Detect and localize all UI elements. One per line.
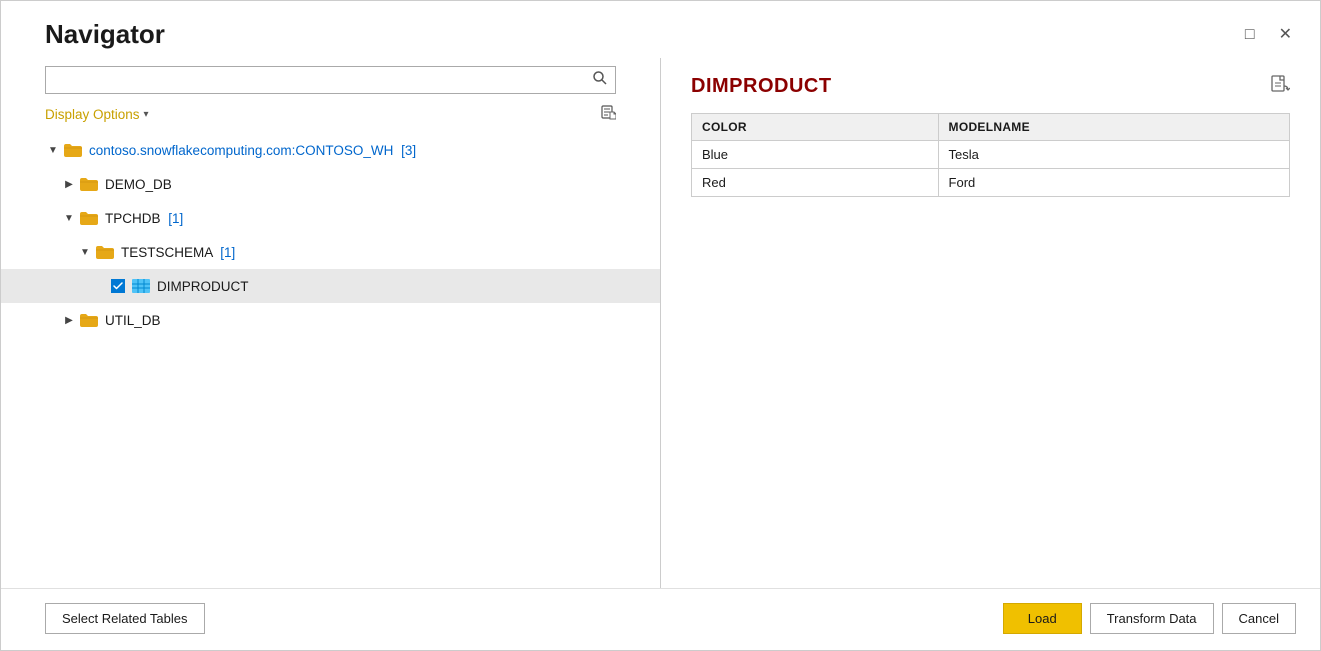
left-panel: Display Options ▾ — [1, 58, 661, 588]
tree-node-root[interactable]: ▼ contoso.snowflakecomputing.com:CONTOSO… — [1, 133, 660, 167]
right-panel: DIMPRODUCT COLOR — [661, 58, 1320, 588]
expand-tpchdb-icon: ▼ — [61, 213, 77, 224]
expand-util-db-icon: ▶ — [61, 315, 77, 326]
tree-node-dimproduct[interactable]: DIMPRODUCT — [1, 269, 660, 303]
testschema-label: TESTSCHEMA [1] — [121, 245, 235, 260]
check-icon — [113, 282, 123, 290]
tree-area: ▼ contoso.snowflakecomputing.com:CONTOSO… — [1, 129, 660, 588]
demo-db-folder-icon — [79, 176, 99, 192]
cell-modelname-1: Tesla — [938, 141, 1289, 169]
cell-color-2: Red — [692, 169, 939, 197]
preview-title: DIMPRODUCT — [691, 75, 832, 98]
search-bar-row — [1, 58, 660, 98]
transform-data-button[interactable]: Transform Data — [1090, 603, 1214, 634]
dialog-title: Navigator — [45, 19, 165, 50]
col-header-modelname: MODELNAME — [938, 114, 1289, 141]
testschema-folder-icon — [95, 244, 115, 260]
root-link-text: contoso.snowflakecomputing.com:CONTOSO_W… — [89, 143, 393, 158]
table-row: Blue Tesla — [692, 141, 1290, 169]
tpchdb-label: TPCHDB [1] — [105, 211, 183, 226]
expand-testschema-icon: ▼ — [77, 247, 93, 258]
root-folder-icon — [63, 142, 83, 158]
root-count: [3] — [401, 143, 416, 158]
expand-demo-db-icon: ▶ — [61, 179, 77, 190]
title-bar: Navigator □ ✕ — [1, 1, 1320, 58]
cell-color-1: Blue — [692, 141, 939, 169]
action-buttons: Load Transform Data Cancel — [1003, 603, 1296, 634]
tpchdb-folder-icon — [79, 210, 99, 226]
content-area: Display Options ▾ — [1, 58, 1320, 588]
select-related-tables-button[interactable]: Select Related Tables — [45, 603, 205, 634]
expand-root-icon: ▼ — [45, 145, 61, 156]
refresh-icon — [600, 104, 616, 120]
display-options-button[interactable]: Display Options ▾ — [45, 107, 149, 122]
table-row: Red Ford — [692, 169, 1290, 197]
navigator-dialog: Navigator □ ✕ — [0, 0, 1321, 651]
root-node-label: contoso.snowflakecomputing.com:CONTOSO_W… — [89, 143, 416, 158]
load-button[interactable]: Load — [1003, 603, 1082, 634]
search-input-wrap — [45, 66, 616, 94]
display-options-row: Display Options ▾ — [1, 98, 660, 129]
window-controls: □ ✕ — [1241, 25, 1296, 45]
preview-header: DIMPRODUCT — [691, 74, 1290, 99]
dimproduct-checkbox[interactable] — [111, 279, 125, 293]
dimproduct-table-icon — [131, 278, 151, 294]
display-options-arrow-icon: ▾ — [144, 109, 149, 120]
close-button[interactable]: ✕ — [1275, 25, 1296, 45]
cell-modelname-2: Ford — [938, 169, 1289, 197]
refresh-button[interactable] — [600, 104, 616, 125]
search-button[interactable] — [585, 67, 615, 93]
col-header-color: COLOR — [692, 114, 939, 141]
cancel-button[interactable]: Cancel — [1222, 603, 1296, 634]
util-db-label: UTIL_DB — [105, 313, 161, 328]
dimproduct-label: DIMPRODUCT — [157, 279, 249, 294]
search-input[interactable] — [46, 68, 585, 93]
util-db-folder-icon — [79, 312, 99, 328]
demo-db-label: DEMO_DB — [105, 177, 172, 192]
preview-export-button[interactable] — [1270, 74, 1290, 99]
display-options-label: Display Options — [45, 107, 140, 122]
search-icon — [593, 71, 607, 85]
tree-node-util-db[interactable]: ▶ UTIL_DB — [1, 303, 660, 337]
tree-node-demo-db[interactable]: ▶ DEMO_DB — [1, 167, 660, 201]
tree-node-testschema[interactable]: ▼ TESTSCHEMA [1] — [1, 235, 660, 269]
maximize-button[interactable]: □ — [1241, 25, 1259, 45]
preview-table: COLOR MODELNAME Blue Tesla Red Ford — [691, 113, 1290, 197]
tree-node-tpchdb[interactable]: ▼ TPCHDB [1] — [1, 201, 660, 235]
bottom-bar: Select Related Tables Load Transform Dat… — [1, 588, 1320, 650]
export-icon — [1270, 74, 1290, 94]
